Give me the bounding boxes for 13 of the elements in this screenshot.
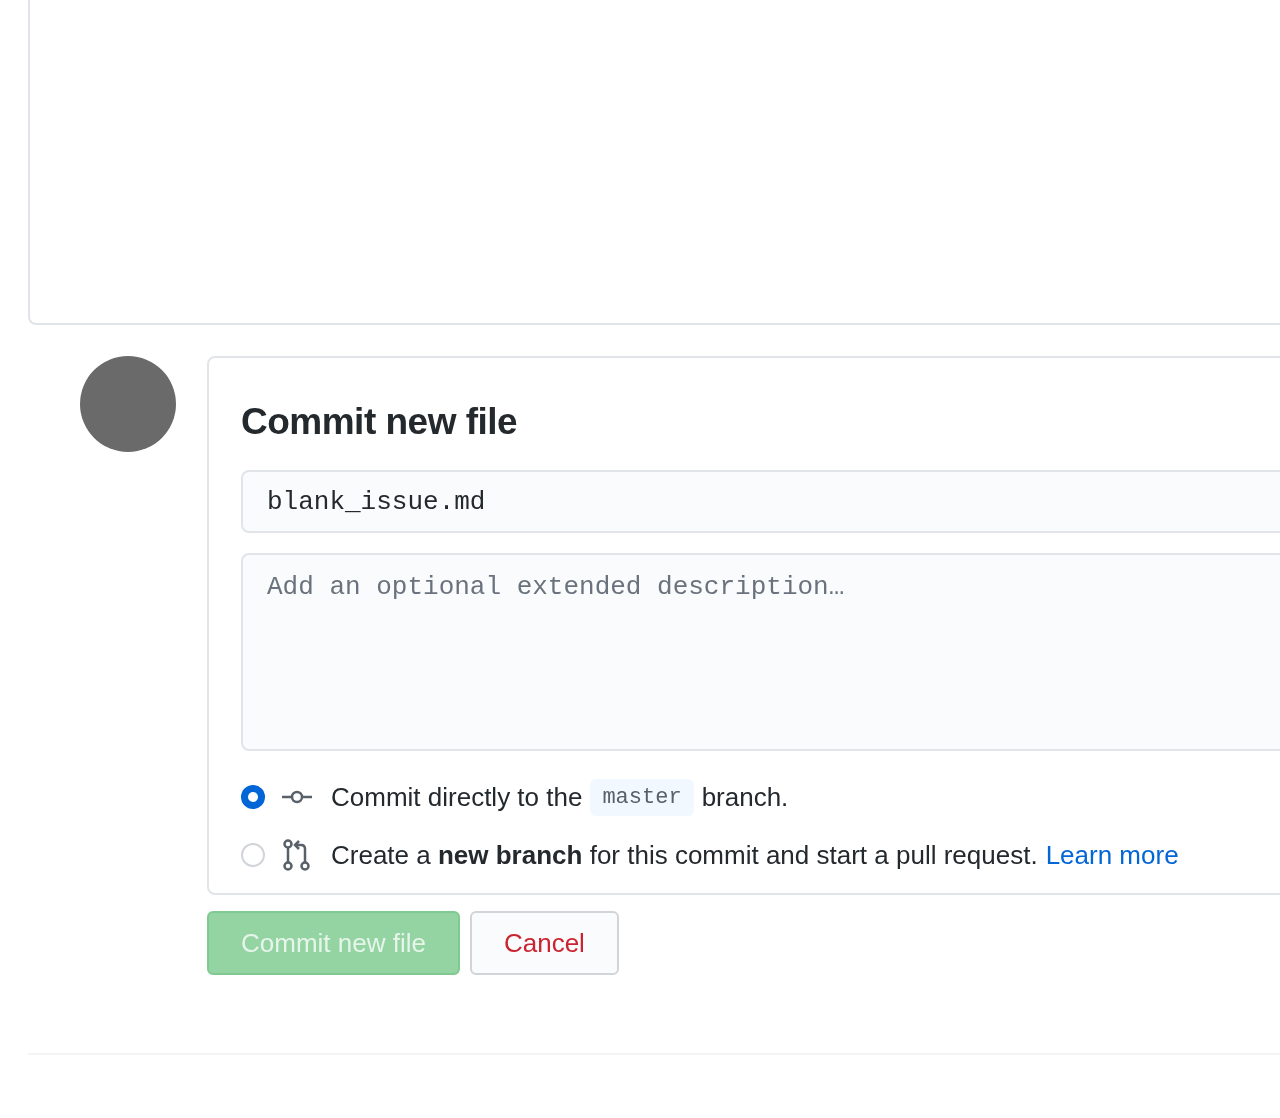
learn-more-link[interactable]: Learn more [1045,835,1179,875]
commit-title: Commit new file [241,400,519,444]
radio-button[interactable] [241,843,265,867]
pull-request-icon [283,839,311,871]
radio-button[interactable] [241,785,265,809]
cancel-button[interactable]: Cancel [469,911,619,975]
option-label: Create a new branch for this commit and start a pull request. [331,838,1038,872]
commit-summary-field[interactable]: blank_issue.md [241,470,1280,533]
description-field[interactable]: Add an optional extended description… [241,553,1280,751]
option-label: Commit directly to the [331,780,583,814]
option-label: branch. [701,780,789,814]
branch-name: master [590,778,694,816]
commit-icon [281,789,313,805]
